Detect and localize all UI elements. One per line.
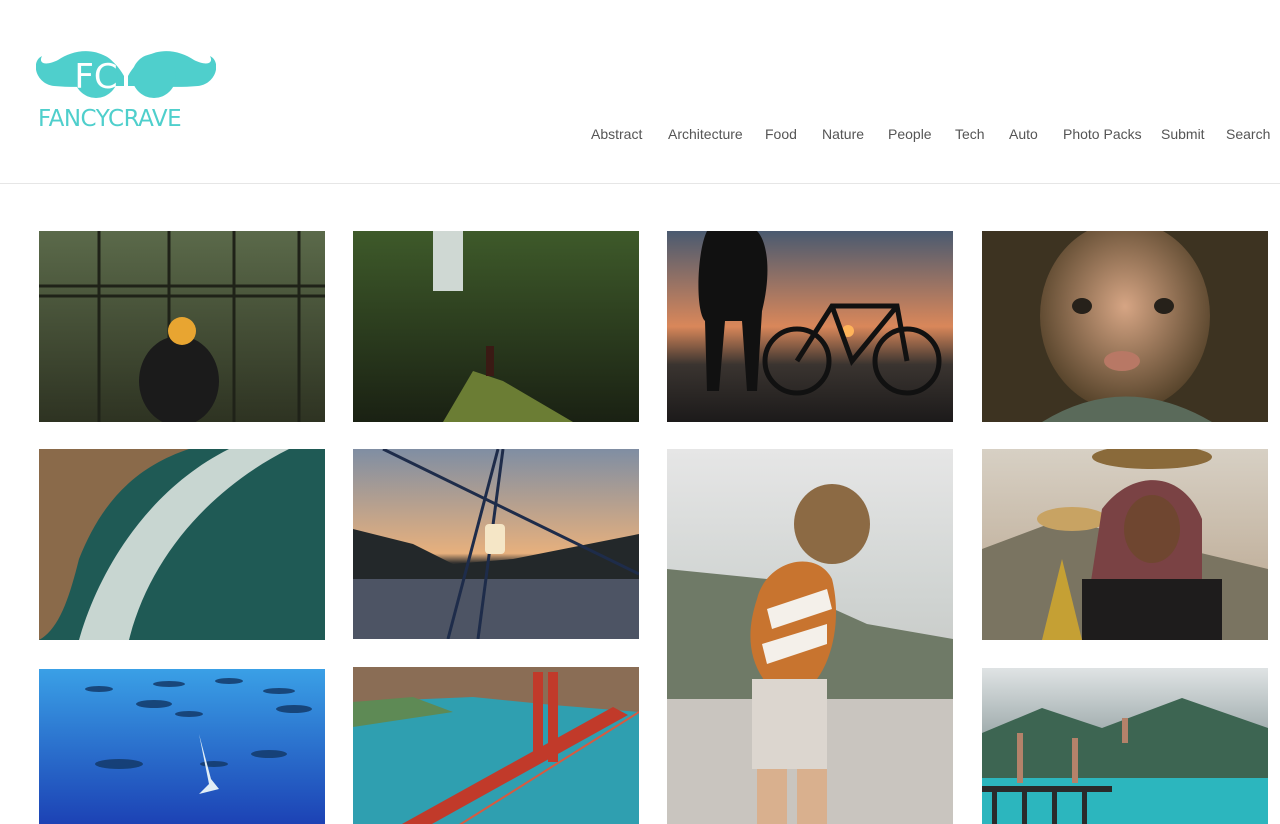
photo-tile[interactable] bbox=[353, 667, 639, 824]
photo-tile[interactable] bbox=[353, 231, 639, 422]
photo-grid bbox=[0, 0, 1280, 824]
photo-tile[interactable] bbox=[353, 449, 639, 639]
photo-tile[interactable] bbox=[39, 231, 325, 422]
photo-tile[interactable] bbox=[39, 669, 325, 824]
photo-tile[interactable] bbox=[982, 668, 1268, 824]
photo-tile[interactable] bbox=[667, 449, 953, 824]
photo-tile[interactable] bbox=[667, 231, 953, 422]
photo-tile[interactable] bbox=[982, 231, 1268, 422]
photo-tile[interactable] bbox=[39, 449, 325, 640]
photo-tile[interactable] bbox=[982, 449, 1268, 640]
